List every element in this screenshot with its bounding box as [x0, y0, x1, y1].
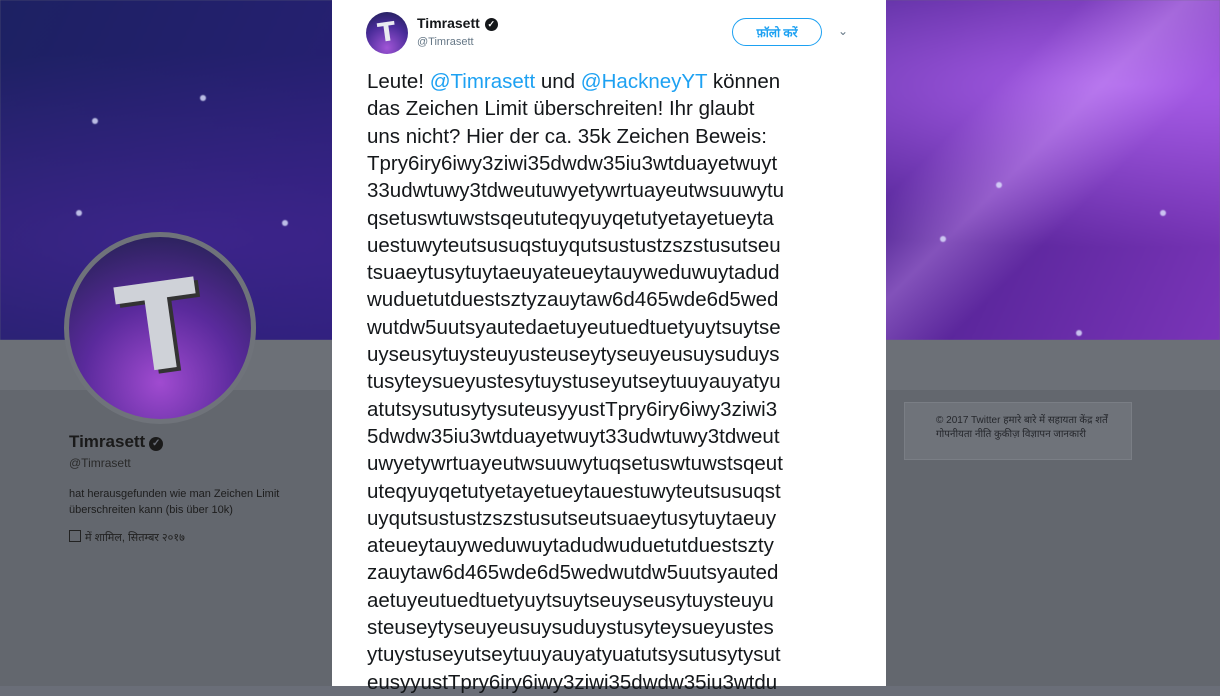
tweet-body-line: uwyetywrtuayeutwsuuwytuqsetuswtuwstsqeut	[367, 452, 783, 476]
tweet-author-name[interactable]: Timrasett ✓	[417, 15, 498, 31]
banner-light-streak	[880, 0, 1220, 340]
tweet-body-line: ytuystuseyutseytuuyauyatyuatutsysutusyty…	[367, 643, 781, 667]
tweet-body-line: qsetuswtuwstsqeututeqyuyqetutyetayetueyt…	[367, 206, 774, 230]
footer-links[interactable]: © 2017 Twitter हमारे बारे में सहायता कें…	[936, 414, 1116, 442]
tweet-body-text: Tpry6iry6iwy3ziwi35dwdw35iu3wtduayetwuyt…	[367, 150, 867, 696]
tweet-author-handle[interactable]: @Timrasett	[417, 36, 474, 48]
tweet-body-line: tsuaeytusytuytaeuyateueytauyweduwuytadud	[367, 261, 780, 285]
tweet-body-line: uyqutsustustzszstusutseutsuaeytusytuytae…	[367, 506, 777, 530]
banner-star	[996, 182, 1002, 188]
profile-handle[interactable]: @Timrasett	[69, 456, 131, 470]
avatar-letter: T	[109, 253, 211, 403]
tweet-body-line: uteqyuyqetutyetayetueytauestuwyteutsusuq…	[367, 479, 781, 503]
mention-link[interactable]: @HackneyYT	[581, 70, 707, 93]
tweet-text-segment: uns nicht? Hier der ca. 35k Zeichen Bewe…	[367, 124, 767, 148]
profile-name-text: Timrasett	[69, 432, 146, 451]
tweet-body-line: zauytaw6d465wde6d5wedwutdw5uutsyauted	[367, 561, 779, 585]
tweet-text-segment: Leute!	[367, 70, 430, 93]
follow-button[interactable]: फ़ॉलो करें	[732, 18, 822, 46]
tweet-author-avatar[interactable]: T	[366, 12, 408, 54]
mention-link[interactable]: @Timrasett	[430, 70, 535, 93]
tweet-body-line: 5dwdw35iu3wtduayetwuyt33udwtuwy3tdweut	[367, 424, 780, 448]
tweet-body-line: wutdw5uutsyautedaetuyeutuedtuetyuytsuyts…	[367, 315, 781, 339]
profile-joined-text: में शामिल, सितम्बर २०१७	[85, 532, 185, 544]
tweet-body-line: eusyyustTpry6iry6iwy3ziwi35dwdw35iu3wtdu	[367, 670, 778, 694]
tweet-body-line: steuseytyseuyeusuysuduystusyteysueyustes	[367, 616, 774, 640]
banner-star	[1160, 210, 1166, 216]
banner-star	[940, 236, 946, 242]
tweet-text-segment: und	[535, 70, 581, 93]
profile-bio: hat herausgefunden wie man Zeichen Limit…	[69, 488, 280, 516]
banner-star	[76, 210, 82, 216]
tweet-body-line: tusyteysueyustesytuystuseyutseytuuyauyat…	[367, 370, 781, 394]
tweet-text-segment: das Zeichen Limit überschreiten! Ihr gla…	[367, 97, 755, 121]
profile-name[interactable]: Timrasett ✓	[69, 432, 164, 452]
tweet-card: T Timrasett ✓ @Timrasett फ़ॉलो करें ⌄ Leu…	[332, 0, 886, 694]
tweet-body-line: 33udwtuwy3tdweutuwyetywrtuayeutwsuuwytu	[367, 179, 785, 203]
banner-star	[92, 118, 98, 124]
tweet-body-line: wuduetutduestsztyzauytaw6d465wde6d5wed	[367, 288, 779, 312]
profile-avatar[interactable]: T	[64, 232, 256, 424]
banner-star	[1076, 330, 1082, 336]
tweet-author-name-text: Timrasett	[417, 15, 480, 31]
banner-star	[282, 220, 288, 226]
verified-badge-icon: ✓	[484, 18, 498, 31]
tweet-intro-text: Leute! @Timrasett und @HackneyYT können …	[367, 68, 857, 150]
banner-star	[200, 95, 206, 101]
calendar-icon	[69, 530, 81, 542]
tweet-avatar-letter: T	[376, 16, 398, 50]
tweet-text-segment: können	[707, 70, 781, 93]
tweet-body-line: uyseusytuysteuyusteuseytyseuyeusuysuduys	[367, 343, 780, 367]
chevron-down-icon[interactable]: ⌄	[838, 24, 848, 38]
verified-badge-icon: ✓	[149, 437, 164, 451]
profile-joined: में शामिल, सितम्बर २०१७	[69, 530, 185, 545]
tweet-body-line: atutsysutusytysuteusyyustTpry6iry6iwy3zi…	[367, 397, 778, 421]
tweet-body-line: uestuwyteutsusuqstuyqutsustustzszstusuts…	[367, 233, 781, 257]
tweet-body-line: aetuyeutuedtuetyuytsuytseuyseusytuysteuy…	[367, 588, 774, 612]
tweet-body-line: ateueytauyweduwuytadudwuduetutduestszty	[367, 534, 774, 558]
tweet-body-line: Tpry6iry6iwy3ziwi35dwdw35iu3wtduayetwuyt	[367, 152, 778, 175]
